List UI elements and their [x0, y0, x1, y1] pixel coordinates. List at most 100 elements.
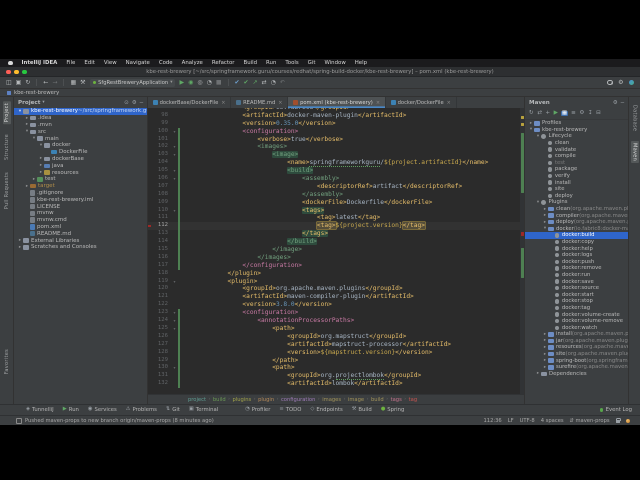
maven-tree-row[interactable]: ▾ Lifecycle	[525, 133, 628, 140]
code-line[interactable]: 128 <version>${mapstruct.version}</versi…	[148, 348, 520, 357]
line-ending-widget[interactable]: LF	[508, 418, 514, 424]
run-with-coverage-icon[interactable]: ◎	[197, 79, 202, 86]
back-icon[interactable]: ←	[43, 79, 48, 86]
breadcrumb-image-6[interactable]: image	[348, 397, 364, 403]
project-tree-row[interactable]: ▾ main	[14, 135, 147, 142]
indent-widget[interactable]: 4 spaces	[541, 418, 564, 424]
maven-tree-row[interactable]: docker:start	[525, 291, 628, 298]
tool-window-stripe-button-pull-requests[interactable]: Pull Requests	[3, 170, 11, 211]
push-icon[interactable]: ↗	[253, 79, 258, 86]
project-tree-row[interactable]: ▾ kbe-rest-brewery ~/src/springframework.…	[14, 108, 147, 115]
run-configuration-select[interactable]: SfgRestBreweryApplication ▾	[89, 78, 176, 87]
close-window-button[interactable]	[6, 69, 11, 75]
execute-maven-goal-icon[interactable]: ▦	[561, 110, 568, 117]
compare-icon[interactable]: ⇄	[262, 79, 267, 86]
tool-window-button-profiler[interactable]: ◔ Profiler	[245, 407, 270, 413]
maven-tree-row[interactable]: install	[525, 179, 628, 186]
code-line[interactable]: 109 <dockerFile>Dockerfile</dockerFile>	[148, 198, 520, 207]
editor-tab-docker-dockerfile[interactable]: docker/DockerFile ×	[386, 97, 457, 108]
code-line[interactable]: 119 ▾ <plugin>	[148, 278, 520, 286]
generate-sources-icon[interactable]: ⇄	[537, 110, 542, 117]
fold-icon[interactable]: ▾	[171, 364, 178, 372]
fold-icon[interactable]: ▾	[171, 278, 178, 286]
project-tree-row[interactable]: kbe-rest-brewery.iml	[14, 196, 147, 203]
maven-tree-row[interactable]: ▸site (org.apache.maven.plugins:maven-si…	[525, 351, 628, 358]
project-tree-row[interactable]: README.md	[14, 230, 147, 237]
project-tree-row[interactable]: ▸ External Libraries	[14, 237, 147, 244]
tool-window-button-endpoints[interactable]: ◇ Endpoints	[310, 407, 342, 413]
code-line[interactable]: 114 </build>	[148, 238, 520, 247]
zoom-window-button[interactable]	[22, 69, 27, 75]
open-project-icon[interactable]: ◫	[6, 79, 12, 86]
menu-item-navigate[interactable]: Navigate	[126, 60, 150, 66]
maven-tree-row[interactable]: docker:watch	[525, 324, 628, 331]
tool-window-stripe-button-project[interactable]: Project	[2, 101, 11, 125]
show-dependencies-icon[interactable]: ≡	[571, 110, 576, 117]
code-line[interactable]: 117 </configuration>	[148, 261, 520, 270]
fold-icon[interactable]: ▾	[171, 151, 178, 159]
settings-gear-icon[interactable]: ⚙	[132, 100, 137, 106]
tool-window-button-run[interactable]: ▶ Run	[63, 407, 79, 413]
menu-item-code[interactable]: Code	[159, 60, 173, 66]
project-tree-row[interactable]: ▾ docker	[14, 142, 147, 149]
close-tab-icon[interactable]: ×	[447, 100, 451, 106]
maven-tree-row[interactable]: ▾docker (io.fabric8:docker-maven-plugin:…	[525, 226, 628, 233]
code-line[interactable]: 127 <artifactId>mapstruct-processor</art…	[148, 340, 520, 349]
fold-icon[interactable]: ▾	[171, 167, 178, 175]
tool-window-stripe-button-structure[interactable]: Structure	[3, 132, 11, 162]
breadcrumb-project-0[interactable]: project	[188, 397, 206, 403]
project-tree-row[interactable]: ▸ java	[14, 162, 147, 169]
build-hammer-icon[interactable]: ⚒	[80, 79, 85, 86]
maven-tree-row[interactable]: docker:volume-remove	[525, 318, 628, 325]
maven-tree-row[interactable]: docker:help	[525, 245, 628, 252]
code-line[interactable]: 115 </image>	[148, 246, 520, 254]
project-tree-row[interactable]: ▸ .mvn	[14, 122, 147, 129]
run-icon[interactable]: ▶	[179, 79, 184, 86]
maven-tree-row[interactable]: test	[525, 160, 628, 167]
menu-item-help[interactable]: Help	[355, 60, 367, 66]
project-tree-row[interactable]: ▾ src	[14, 128, 147, 135]
breadcrumb-plugins-2[interactable]: plugins	[232, 397, 251, 403]
close-tab-icon[interactable]: ×	[221, 100, 225, 106]
code-line[interactable]: 113 </tags>	[148, 230, 520, 239]
code-editor[interactable]: 97 <groupId>io.fabric8</groupId>98 <arti…	[148, 108, 520, 394]
settings-gear-icon[interactable]: ⚙	[618, 79, 623, 86]
hide-panel-icon[interactable]: ─	[140, 100, 143, 106]
select-opened-file-icon[interactable]: ⊙	[124, 100, 129, 106]
code-line[interactable]: 110 ▾ <tags>	[148, 206, 520, 215]
maven-tree-row[interactable]: ▸surefire (org.apache.maven.plugins:mave…	[525, 364, 628, 371]
project-tree-row[interactable]: ▸ dockerBase	[14, 156, 147, 163]
maven-tree-row[interactable]: deploy	[525, 193, 628, 200]
save-all-icon[interactable]: ▣	[16, 79, 22, 86]
reimport-maven-icon[interactable]: ↻	[529, 110, 534, 117]
fold-icon[interactable]: ▾	[171, 175, 178, 183]
code-line[interactable]: 98 <artifactId>docker-maven-plugin</arti…	[148, 112, 520, 120]
code-line[interactable]: 124 ▾ <annotationProcessorPaths>	[148, 317, 520, 325]
tool-window-stripe-button-database[interactable]: Database	[631, 103, 639, 133]
breadcrumb-plugin-3[interactable]: plugin	[258, 397, 274, 403]
maven-tree-row[interactable]: ▸ Dependencies	[525, 371, 628, 378]
menu-item-intellij-idea[interactable]: IntelliJ IDEA	[22, 60, 58, 66]
history-icon[interactable]: ◔	[271, 79, 276, 86]
maven-tree-row[interactable]: ▸compiler (org.apache.maven.plugins:mave…	[525, 212, 628, 219]
maven-tree-row[interactable]: compile	[525, 153, 628, 160]
avatar[interactable]	[628, 79, 634, 86]
project-tree-row[interactable]: mvnw	[14, 210, 147, 217]
fold-icon[interactable]: ▾	[171, 309, 178, 317]
tool-window-button-git[interactable]: ⇅ Git	[166, 407, 180, 413]
maven-tree-row[interactable]: docker:save	[525, 278, 628, 285]
code-line[interactable]: 101 <verbose>true</verbose>	[148, 135, 520, 144]
event-log-button[interactable]: Event Log	[599, 407, 632, 413]
maven-tree-row[interactable]: docker:remove	[525, 265, 628, 272]
breadcrumb[interactable]: kbe-rest-brewery	[14, 90, 59, 96]
minimize-window-button[interactable]	[14, 69, 19, 75]
breadcrumb-build-7[interactable]: build	[371, 397, 384, 403]
hide-panel-icon[interactable]: ─	[621, 100, 624, 106]
breadcrumb-build-1[interactable]: build	[213, 397, 226, 403]
code-line[interactable]: 132 <artifactId>lombok</artifactId>	[148, 380, 520, 389]
menu-item-file[interactable]: File	[66, 60, 75, 66]
breadcrumb-images-5[interactable]: images	[322, 397, 341, 403]
project-tree-row[interactable]: ▸ test	[14, 176, 147, 183]
menu-item-git[interactable]: Git	[308, 60, 316, 66]
breadcrumb-tag-9[interactable]: tag	[409, 397, 418, 403]
